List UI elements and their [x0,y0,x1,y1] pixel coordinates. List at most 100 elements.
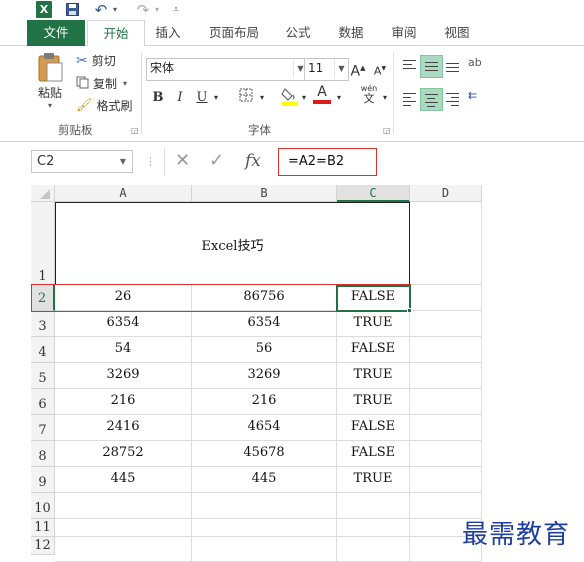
table-cell[interactable] [55,493,192,519]
name-box[interactable]: C2 ▼ [31,150,133,173]
phonetic-dropdown-icon[interactable]: ▾ [380,88,390,108]
save-icon[interactable] [64,1,80,18]
tab-view[interactable]: 视图 [436,20,478,46]
align-top-button[interactable] [399,55,420,76]
bold-button[interactable]: B [148,88,168,108]
table-cell[interactable] [410,415,482,441]
table-cell[interactable] [410,285,482,311]
fill-color-dropdown-icon[interactable]: ▾ [298,88,310,108]
row-header-9[interactable]: 9 [31,467,55,493]
tab-home[interactable]: 开始 [87,20,145,49]
paste-button[interactable]: 粘贴 [38,84,62,101]
table-cell[interactable]: 2416 [55,415,192,441]
table-cell[interactable] [410,363,482,389]
borders-dropdown-icon[interactable]: ▾ [256,88,268,108]
cell-d1[interactable] [410,202,482,285]
font-color-dropdown-icon[interactable]: ▾ [333,88,345,108]
table-cell[interactable] [55,537,192,562]
table-cell[interactable] [410,337,482,363]
row-header-4[interactable]: 4 [31,337,55,363]
table-cell[interactable]: FALSE [337,285,410,311]
table-cell[interactable]: TRUE [337,311,410,337]
fill-handle[interactable] [407,308,412,313]
column-header-c[interactable]: C [337,185,410,202]
tab-data[interactable]: 数据 [330,20,372,46]
row-header-3[interactable]: 3 [31,311,55,337]
enter-icon[interactable]: ✓ [209,150,224,171]
clipboard-launcher-icon[interactable]: ◲ [131,126,139,135]
underline-dropdown-icon[interactable]: ▾ [210,88,222,108]
cancel-icon[interactable]: ✕ [175,150,190,171]
table-cell[interactable]: FALSE [337,441,410,467]
fill-color-button[interactable] [280,86,300,106]
row-header-8[interactable]: 8 [31,441,55,467]
row-header-11[interactable]: 11 [31,519,55,537]
shrink-font-button[interactable]: A▼ [370,59,390,79]
table-cell[interactable] [337,519,410,537]
font-size-select[interactable]: 11 ▼ [304,58,349,81]
tab-formulas[interactable]: 公式 [278,20,318,46]
copy-button[interactable]: 复制 ▾ [76,75,127,92]
font-launcher-icon[interactable]: ◲ [383,126,391,135]
table-cell[interactable]: 216 [55,389,192,415]
align-right-button[interactable] [442,88,463,109]
table-cell[interactable]: TRUE [337,363,410,389]
table-cell[interactable] [192,493,337,519]
tab-file[interactable]: 文件 [27,20,85,46]
formula-input[interactable]: =A2=B2 [278,148,377,176]
table-cell[interactable]: FALSE [337,337,410,363]
table-cell[interactable] [337,493,410,519]
row-header-6[interactable]: 6 [31,389,55,415]
table-cell[interactable] [55,519,192,537]
cut-button[interactable]: ✂ 剪切 [76,52,116,69]
table-cell[interactable] [410,311,482,337]
format-painter-button[interactable]: 🖌 格式刷 [76,97,133,114]
column-header-d[interactable]: D [410,185,482,202]
underline-button[interactable]: U [192,88,212,108]
table-cell[interactable]: 6354 [192,311,337,337]
customize-qat-icon[interactable]: ⩡ [170,1,182,18]
table-cell[interactable]: TRUE [337,467,410,493]
paste-icon[interactable] [36,52,70,84]
borders-button[interactable] [236,88,256,108]
copy-dropdown-icon[interactable]: ▾ [123,79,127,88]
table-cell[interactable] [192,537,337,562]
orientation-button[interactable]: ab [468,55,482,76]
select-all-corner[interactable] [31,185,55,202]
table-cell[interactable]: 26 [55,285,192,311]
table-cell[interactable]: 216 [192,389,337,415]
font-family-select[interactable]: 宋体 ▼ [146,58,308,81]
insert-function-icon[interactable]: fx [245,151,261,171]
column-header-a[interactable]: A [55,185,192,202]
table-cell[interactable]: 3269 [55,363,192,389]
table-cell[interactable]: 54 [55,337,192,363]
tab-review[interactable]: 审阅 [384,20,424,46]
table-cell[interactable]: 445 [192,467,337,493]
table-cell[interactable]: 6354 [55,311,192,337]
align-bottom-button[interactable] [442,55,463,76]
undo-icon[interactable]: ↶ [93,1,109,19]
table-cell[interactable] [192,519,337,537]
row-header-10[interactable]: 10 [31,493,55,519]
table-cell[interactable]: TRUE [337,389,410,415]
font-color-button[interactable]: A [312,84,332,106]
tab-insert[interactable]: 插入 [146,20,190,46]
phonetic-guide-button[interactable]: wén 文 [357,84,381,108]
table-cell[interactable]: FALSE [337,415,410,441]
row-header-2[interactable]: 2 [31,285,55,311]
table-cell[interactable] [410,441,482,467]
table-cell[interactable]: 4654 [192,415,337,441]
redo-dropdown-icon[interactable]: ▾ [152,1,162,18]
table-cell[interactable]: 45678 [192,441,337,467]
undo-dropdown-icon[interactable]: ▾ [110,1,120,18]
table-cell[interactable]: 56 [192,337,337,363]
row-header-1[interactable]: 1 [31,202,55,285]
table-cell[interactable]: 86756 [192,285,337,311]
tab-page-layout[interactable]: 页面布局 [200,20,268,46]
paste-dropdown-icon[interactable]: ▾ [48,101,52,110]
italic-button[interactable]: I [170,88,190,108]
align-middle-button[interactable] [420,55,443,78]
row-header-5[interactable]: 5 [31,363,55,389]
table-cell[interactable]: 28752 [55,441,192,467]
row-header-12[interactable]: 12 [31,537,55,555]
